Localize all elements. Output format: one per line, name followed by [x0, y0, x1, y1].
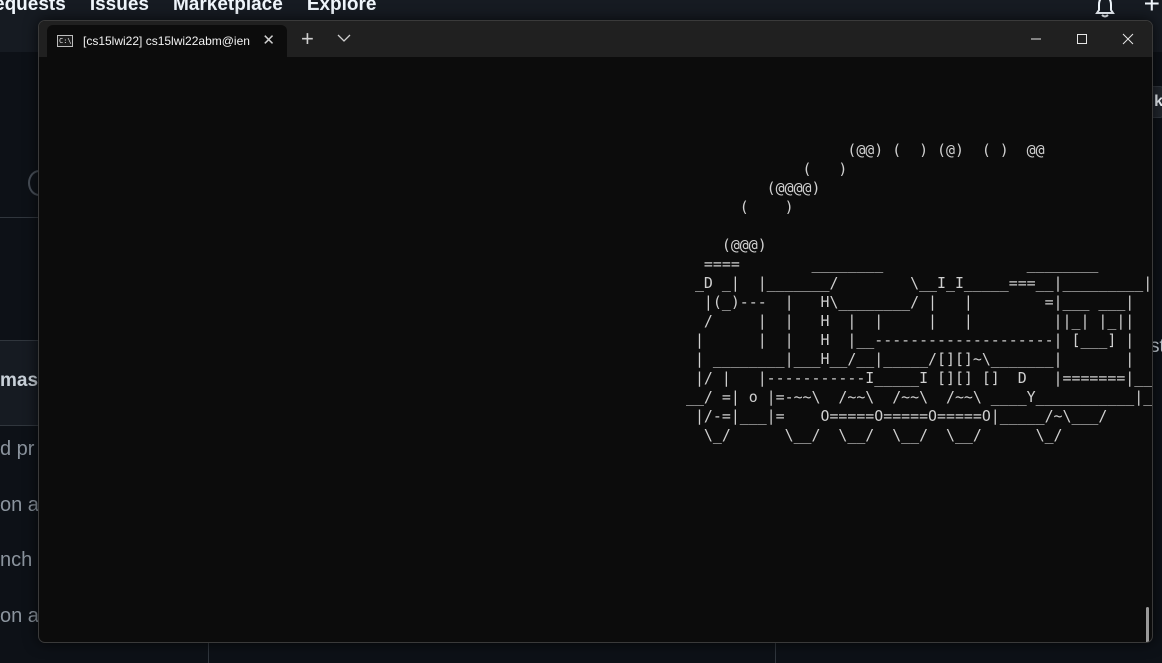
- nav-marketplace[interactable]: Marketplace: [173, 0, 283, 16]
- terminal-window: C:\ [cs15lwi22] cs15lwi22abm@ien ✕ + (@@…: [38, 20, 1153, 643]
- new-tab-button[interactable]: +: [301, 27, 314, 51]
- nav-explore[interactable]: Explore: [307, 0, 377, 16]
- side-snippet: nch: [0, 549, 33, 571]
- maximize-button[interactable]: [1059, 21, 1105, 57]
- terminal-output[interactable]: (@@) ( ) (@) ( ) @@ ( ) (@@@@) ( ) (@@@)…: [39, 57, 1152, 642]
- close-icon: [1122, 33, 1134, 45]
- scrollbar[interactable]: [1146, 607, 1149, 642]
- side-snippet: on a: [0, 605, 39, 627]
- close-tab-icon[interactable]: ✕: [262, 31, 275, 51]
- command-prompt-icon: C:\: [57, 35, 73, 47]
- divider: [0, 217, 38, 218]
- minimize-button[interactable]: [1013, 21, 1059, 57]
- close-button[interactable]: [1105, 21, 1151, 57]
- maximize-icon: [1077, 34, 1087, 44]
- github-content-column: [208, 642, 776, 663]
- github-nav: equests Issues Marketplace Explore: [0, 0, 401, 16]
- nav-issues[interactable]: Issues: [90, 0, 149, 16]
- ascii-train-art: (@@) ( ) (@) ( ) @@ ( ) (@@@@) ( ) (@@@)…: [686, 141, 1153, 444]
- tab-title: [cs15lwi22] cs15lwi22abm@ien: [83, 34, 250, 48]
- title-bar[interactable]: C:\ [cs15lwi22] cs15lwi22abm@ien ✕ +: [39, 21, 1152, 57]
- chevron-down-icon[interactable]: [337, 31, 351, 45]
- side-snippet: d pr: [0, 438, 35, 460]
- minimize-icon: [1031, 38, 1041, 40]
- terminal-tab[interactable]: C:\ [cs15lwi22] cs15lwi22abm@ien ✕: [47, 25, 287, 57]
- nav-pull-requests[interactable]: equests: [0, 0, 66, 16]
- plus-icon[interactable]: +: [1144, 0, 1160, 18]
- side-snippet: on a: [0, 494, 39, 516]
- bell-icon[interactable]: [1094, 0, 1116, 18]
